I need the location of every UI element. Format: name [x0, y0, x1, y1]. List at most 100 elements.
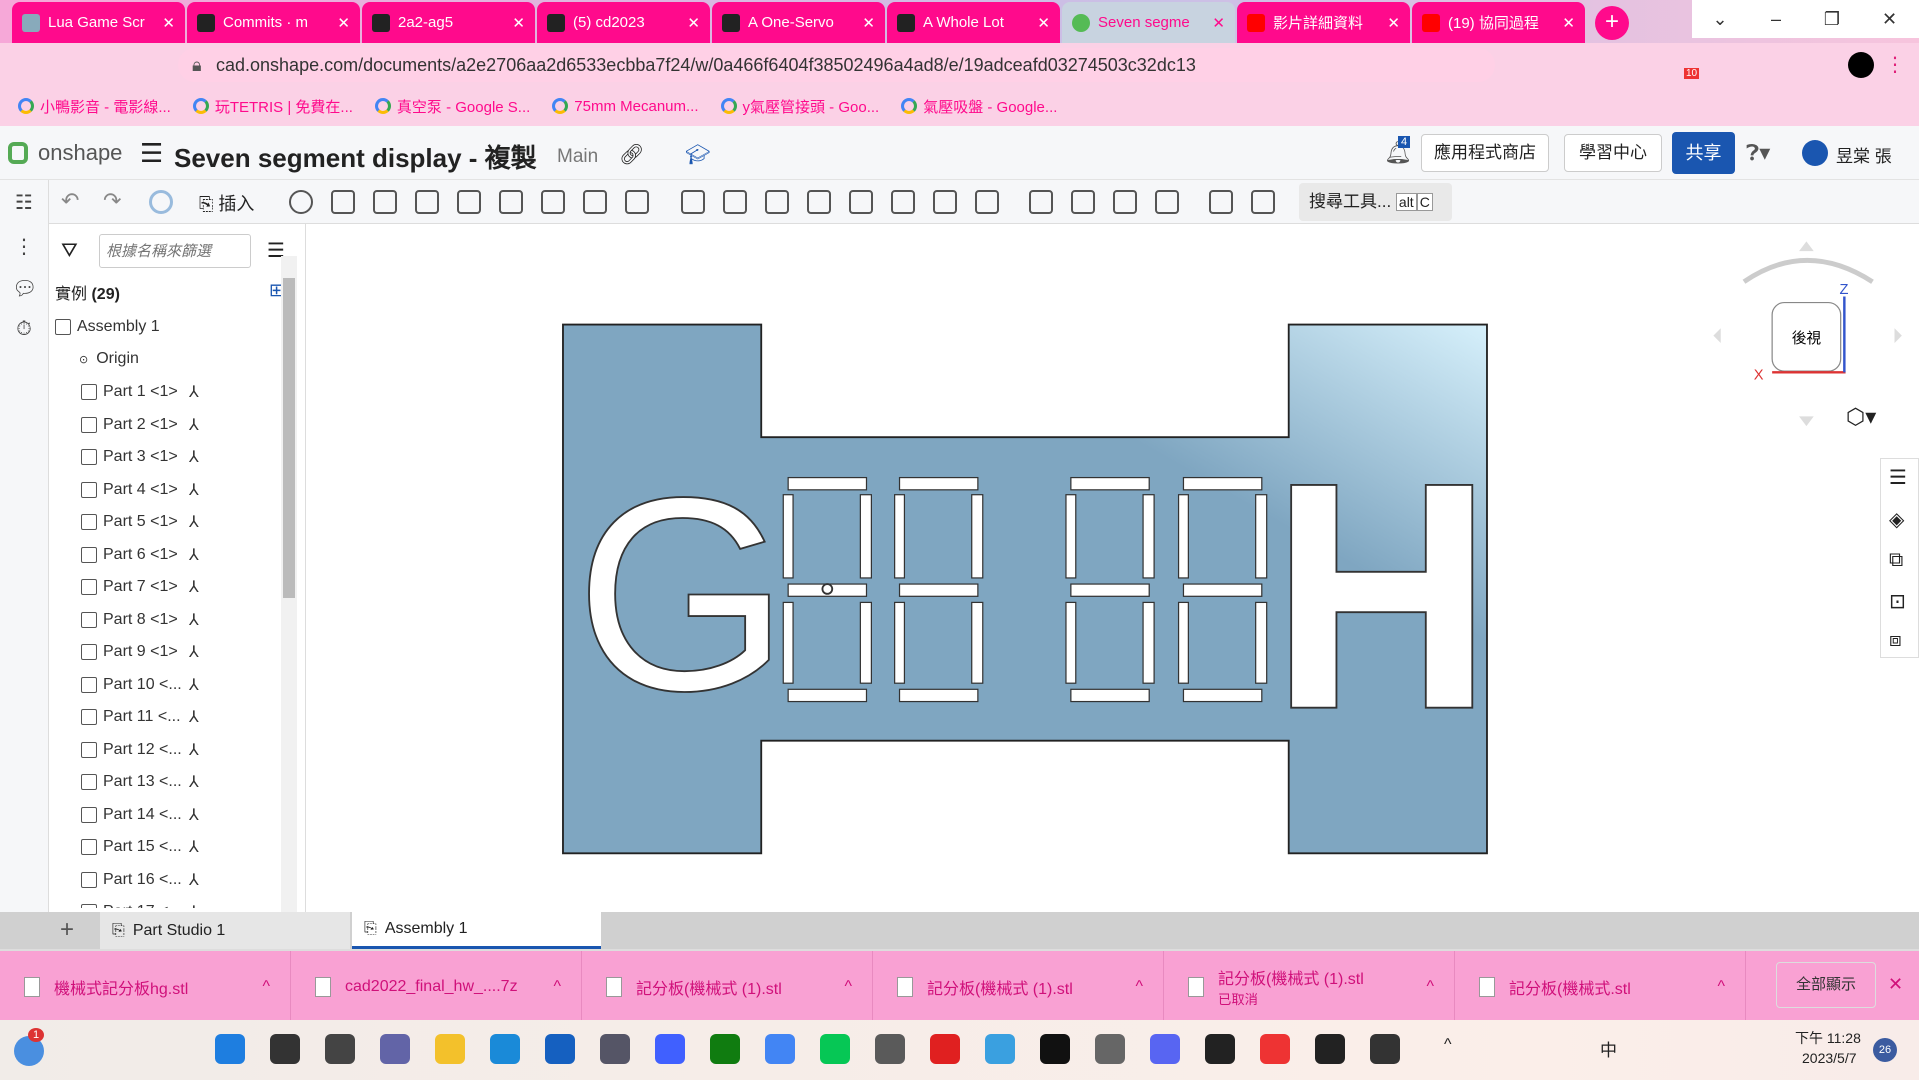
- file-icon: [606, 976, 622, 997]
- segment-cutout: [782, 494, 794, 579]
- taskbar-app-icon[interactable]: [1260, 1034, 1290, 1064]
- download-name: cad2022_final_hw_....7z: [345, 977, 518, 995]
- download-item[interactable]: cad2022_final_hw_....7z ^: [291, 951, 582, 1022]
- ime-indicator[interactable]: 中: [1600, 1036, 1617, 1061]
- file-icon: [315, 976, 331, 997]
- downloads-bar: 機械式記分板hg.stl ^ cad2022_final_hw_....7z ^ 記分板…: [0, 949, 1919, 1022]
- taskbar-app-icon[interactable]: [270, 1034, 300, 1064]
- download-status: 已取消: [1218, 991, 1258, 1007]
- download-name: 記分板(機械式 (1).stl: [636, 980, 782, 998]
- configuration-icon[interactable]: ⊡: [1889, 589, 1906, 614]
- bom-panel-icon[interactable]: ⧈: [1889, 629, 1902, 652]
- show-hidden-icons[interactable]: ^: [1444, 1036, 1452, 1054]
- segment-cutout: [971, 494, 984, 579]
- taskbar-app-icon[interactable]: [1095, 1034, 1125, 1064]
- taskbar-app-icon[interactable]: [765, 1034, 795, 1064]
- segment-cutout: [787, 476, 868, 491]
- right-panel-icons: ☰ ◈ ⧉ ⊡ ⧈: [1880, 458, 1919, 658]
- segment-cutout: [1255, 494, 1268, 579]
- taskbar-app-icon[interactable]: [1205, 1034, 1235, 1064]
- add-tab-icon[interactable]: +: [60, 916, 74, 944]
- download-item[interactable]: 記分板(機械式 (1).stl ^: [582, 951, 873, 1022]
- file-icon: [1188, 976, 1204, 997]
- chevron-up-icon[interactable]: ^: [553, 978, 561, 996]
- segment-cutout: [898, 688, 979, 703]
- segment-cutout: [782, 601, 794, 684]
- chevron-up-icon[interactable]: ^: [1717, 978, 1725, 996]
- clock-date[interactable]: 2023/5/7: [1802, 1050, 1857, 1066]
- download-item[interactable]: 記分板(機械式 (1).stl 已取消 ^: [1164, 951, 1455, 1022]
- taskbar-app-icon[interactable]: [545, 1034, 575, 1064]
- segment-cutout: [898, 476, 979, 491]
- letter-g: G: [575, 441, 789, 748]
- clock-time[interactable]: 下午 11:28: [1795, 1028, 1861, 1048]
- close-downloads-icon[interactable]: ✕: [1888, 974, 1903, 995]
- taskbar-app-icon[interactable]: [600, 1034, 630, 1064]
- download-item[interactable]: 記分板(機械式.stl ^: [1455, 951, 1746, 1022]
- segment-cutout: [1065, 601, 1077, 684]
- segment-cutout: [787, 688, 868, 703]
- show-all-downloads-button[interactable]: 全部顯示: [1776, 962, 1876, 1008]
- rotate-arc-icon: [1742, 258, 1874, 284]
- segment-cutout: [1182, 476, 1263, 491]
- taskbar-app-icon[interactable]: [435, 1034, 465, 1064]
- view-mode-icon[interactable]: ⬡▾: [1846, 404, 1876, 430]
- taskbar-app-icon[interactable]: [985, 1034, 1015, 1064]
- taskbar-app-icon[interactable]: [820, 1034, 850, 1064]
- segment-cutout: [1142, 494, 1155, 579]
- segment-cutout: [1142, 601, 1155, 684]
- part-studio-icon: ⎘: [112, 921, 125, 939]
- segment-cutout: [1070, 688, 1150, 703]
- chevron-up-icon[interactable]: ^: [1426, 978, 1434, 996]
- segment-cutout: [1177, 601, 1189, 684]
- segment-cutout: [971, 601, 984, 684]
- chevron-up-icon[interactable]: ^: [262, 978, 270, 996]
- chevron-up-icon[interactable]: ^: [844, 978, 852, 996]
- tab-assembly[interactable]: ⎘ Assembly 1: [352, 912, 601, 949]
- download-name: 機械式記分板hg.stl: [54, 980, 189, 998]
- download-name: 記分板(機械式 (1).stl: [927, 980, 1073, 998]
- taskbar-app-icon[interactable]: [1150, 1034, 1180, 1064]
- file-icon: [1479, 976, 1495, 997]
- segment-cutout: [894, 601, 906, 684]
- segment-cutout: [859, 494, 872, 579]
- document-tabs: + ⎘ Part Studio 1 ⎘ Assembly 1: [0, 912, 1919, 949]
- view-cube-face: 後視: [1792, 330, 1822, 347]
- windows-taskbar: 1 ^ 中 下午 11:28 2023/5/7 26: [0, 1020, 1919, 1080]
- segment-cutout: [1177, 494, 1189, 579]
- file-icon: [897, 976, 913, 997]
- x-axis-label: X: [1754, 368, 1764, 384]
- segment-cutout: [1182, 583, 1263, 597]
- segment-cutout: [1255, 601, 1268, 684]
- download-name: 記分板(機械式 (1).stl: [1218, 970, 1364, 988]
- mate-list-icon[interactable]: ⧉: [1889, 549, 1903, 572]
- taskbar-app-icon[interactable]: [325, 1034, 355, 1064]
- segment-cutout: [1070, 476, 1150, 491]
- segment-cutout: [1065, 494, 1077, 579]
- weather-badge: 1: [28, 1028, 45, 1042]
- segment-cutout: [1182, 688, 1263, 703]
- download-item[interactable]: 機械式記分板hg.stl ^: [0, 951, 291, 1022]
- file-icon: [24, 976, 40, 997]
- segment-cutout: [898, 583, 979, 597]
- properties-icon[interactable]: ☰: [1889, 465, 1907, 490]
- taskbar-app-icon[interactable]: [490, 1034, 520, 1064]
- chevron-up-icon[interactable]: ^: [1135, 978, 1143, 996]
- z-axis-label: Z: [1839, 282, 1848, 298]
- tab-part-studio[interactable]: ⎘ Part Studio 1: [100, 912, 350, 949]
- taskbar-app-icon[interactable]: [1315, 1034, 1345, 1064]
- taskbar-app-icon[interactable]: [1370, 1034, 1400, 1064]
- segment-cutout: [859, 601, 872, 684]
- taskbar-app-icon[interactable]: [655, 1034, 685, 1064]
- appearance-icon[interactable]: ◈: [1889, 507, 1904, 532]
- taskbar-app-icon[interactable]: [875, 1034, 905, 1064]
- notification-center-badge[interactable]: 26: [1873, 1038, 1897, 1062]
- taskbar-app-icon[interactable]: [710, 1034, 740, 1064]
- taskbar-app-icon[interactable]: [215, 1034, 245, 1064]
- taskbar-app-icon[interactable]: [380, 1034, 410, 1064]
- segment-cutout: [894, 494, 906, 579]
- segment-cutout: [1070, 583, 1150, 597]
- download-item[interactable]: 記分板(機械式 (1).stl ^: [873, 951, 1164, 1022]
- taskbar-app-icon[interactable]: [1040, 1034, 1070, 1064]
- taskbar-app-icon[interactable]: [930, 1034, 960, 1064]
